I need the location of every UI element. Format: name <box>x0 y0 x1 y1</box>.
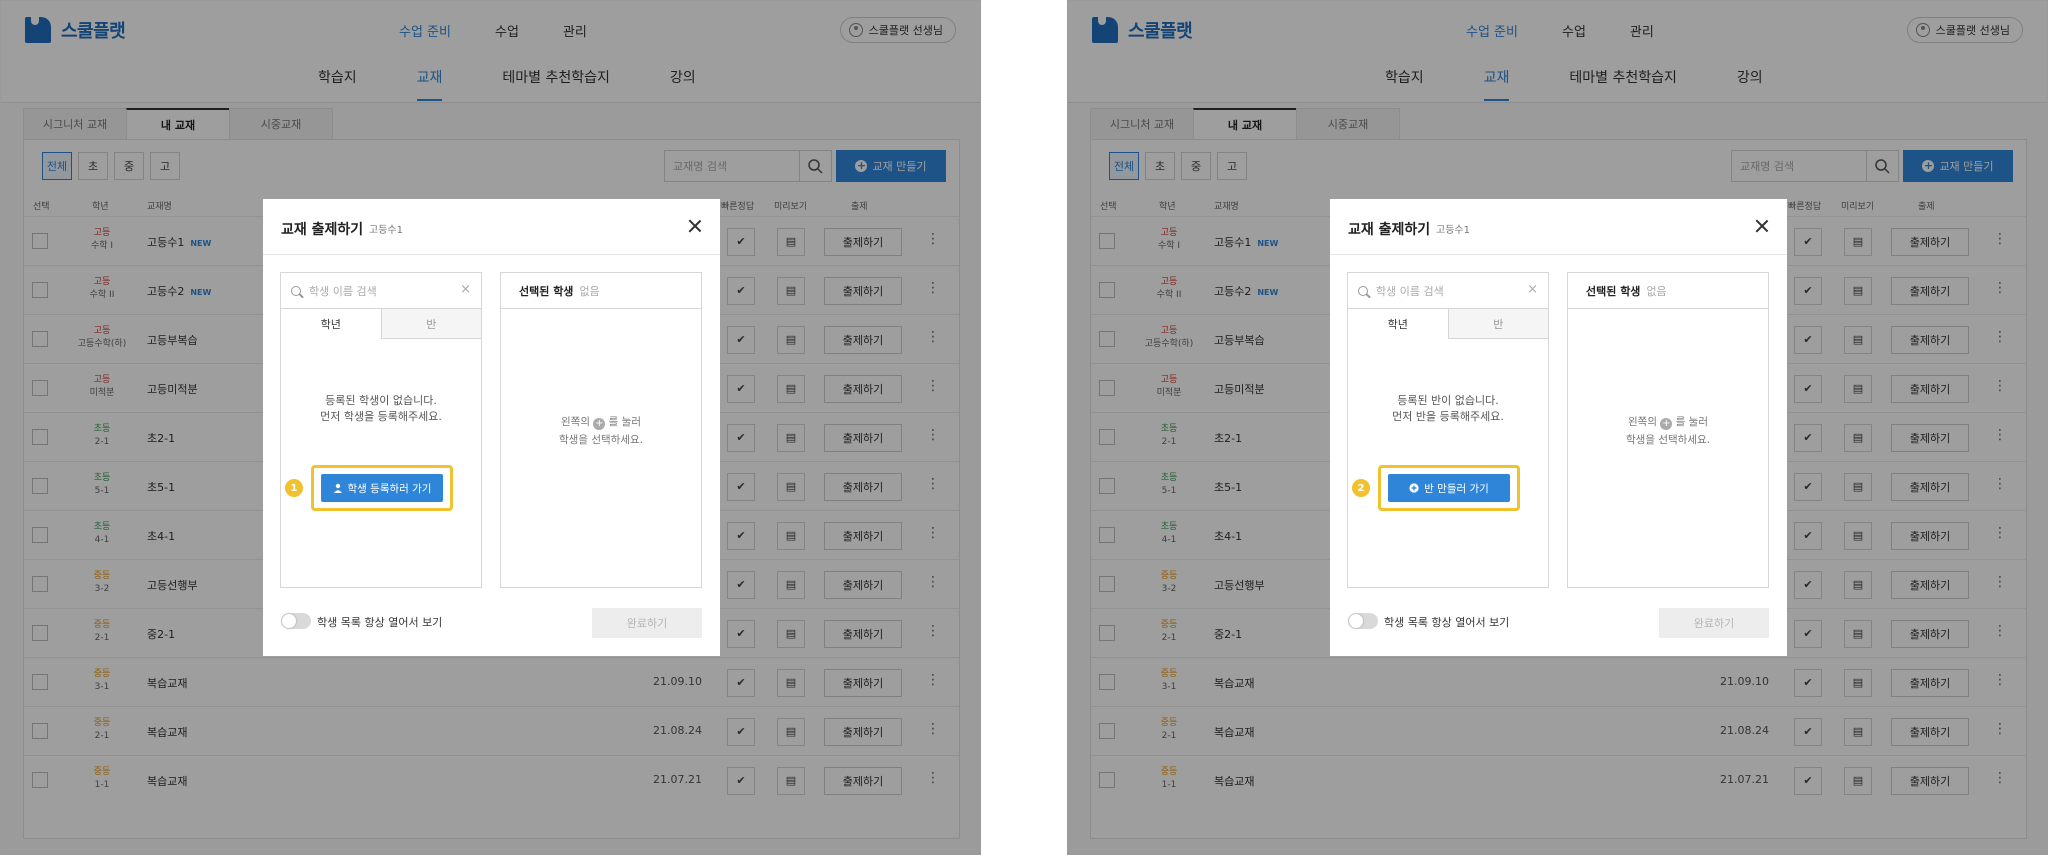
always-open-toggle[interactable] <box>1348 613 1378 629</box>
always-open-label: 학생 목록 항상 열어서 보기 <box>317 616 443 629</box>
hint-line-2: 학생을 선택하세요. <box>559 434 643 446</box>
selected-empty-message: 왼쪽의 + 를 눌러 학생을 선택하세요. <box>501 413 701 449</box>
selected-header: 선택된 학생 없음 <box>1568 273 1768 309</box>
step-marker: 1 <box>285 479 303 497</box>
hint-pre: 왼쪽의 <box>561 416 590 428</box>
selected-label: 선택된 학생 <box>1586 284 1641 298</box>
student-search-placeholder: 학생 이름 검색 <box>1376 284 1444 298</box>
hint-post: 를 눌러 <box>608 416 641 428</box>
screen-right: 스쿨플랫 수업 준비 수업 관리 스쿨플랫 선생님 학습지 교재 테마별 추천학… <box>1067 0 2048 855</box>
empty-line-2: 먼저 학생을 등록해주세요. <box>320 410 442 423</box>
selected-students: 선택된 학생 없음 왼쪽의 + 를 눌러 학생을 선택하세요. <box>500 272 702 588</box>
student-picker: 학생 이름 검색 × 학년 반 등록된 학생이 없습니다. 먼저 학생을 등록해… <box>280 272 482 588</box>
empty-line-1: 등록된 반이 없습니다. <box>1397 394 1499 407</box>
add-circle-icon: + <box>1660 418 1673 430</box>
done-button[interactable]: 완료하기 <box>592 608 702 638</box>
clear-icon[interactable]: × <box>460 282 471 297</box>
segment-grade[interactable]: 학년 <box>1348 309 1449 339</box>
highlight-box: 학생 등록하러 가기 <box>311 465 453 511</box>
close-icon[interactable] <box>1753 217 1771 235</box>
picker-segments: 학년 반 <box>281 309 481 339</box>
assign-modal: 교재 출제하기 고등수1 학생 이름 검색 × 학년 반 등록된 학생이 없습니… <box>263 199 720 656</box>
student-search-input[interactable]: 학생 이름 검색 × <box>1348 273 1548 309</box>
modal-subtitle: 고등수1 <box>369 225 403 236</box>
close-icon[interactable] <box>686 217 704 235</box>
empty-line-2: 먼저 반을 등록해주세요. <box>1392 410 1504 423</box>
modal-header: 교재 출제하기 고등수1 <box>1330 199 1787 255</box>
segment-grade[interactable]: 학년 <box>281 309 382 339</box>
hint-line-2: 학생을 선택하세요. <box>1626 434 1710 446</box>
empty-message: 등록된 학생이 없습니다. 먼저 학생을 등록해주세요. <box>281 393 481 425</box>
search-icon <box>1358 285 1368 296</box>
student-search-input[interactable]: 학생 이름 검색 × <box>281 273 481 309</box>
selected-header: 선택된 학생 없음 <box>501 273 701 309</box>
hint-pre: 왼쪽의 <box>1628 416 1657 428</box>
selected-students: 선택된 학생 없음 왼쪽의 + 를 눌러 학생을 선택하세요. <box>1567 272 1769 588</box>
hint-post: 를 눌러 <box>1675 416 1708 428</box>
segment-class[interactable]: 반 <box>381 309 481 339</box>
picker-segments: 학년 반 <box>1348 309 1548 339</box>
go-action-button[interactable]: 반 만들러 가기 <box>1388 474 1510 502</box>
modal-title: 교재 출제하기 <box>1348 222 1431 238</box>
selected-empty-message: 왼쪽의 + 를 눌러 학생을 선택하세요. <box>1568 413 1768 449</box>
modal-header: 교재 출제하기 고등수1 <box>263 199 720 255</box>
person-icon <box>333 483 342 493</box>
add-circle-icon: + <box>593 418 606 430</box>
always-open-label: 학생 목록 항상 열어서 보기 <box>1384 616 1510 629</box>
modal-title: 교재 출제하기 <box>281 222 364 238</box>
search-icon <box>291 285 301 296</box>
go-action-label: 학생 등록하러 가기 <box>347 482 432 495</box>
always-open-toggle[interactable] <box>281 613 311 629</box>
clear-icon[interactable]: × <box>1527 282 1538 297</box>
assign-modal: 교재 출제하기 고등수1 학생 이름 검색 × 학년 반 등록된 반이 없습니다… <box>1330 199 1787 656</box>
selected-label: 선택된 학생 <box>519 284 574 298</box>
done-button[interactable]: 완료하기 <box>1659 608 1769 638</box>
student-search-placeholder: 학생 이름 검색 <box>309 284 377 298</box>
segment-class[interactable]: 반 <box>1448 309 1548 339</box>
go-action-label: 반 만들러 가기 <box>1424 482 1489 495</box>
plus-circle-icon <box>1409 483 1419 493</box>
empty-message: 등록된 반이 없습니다. 먼저 반을 등록해주세요. <box>1348 393 1548 425</box>
highlight-box: 반 만들러 가기 <box>1378 465 1520 511</box>
screen-left: 스쿨플랫 수업 준비 수업 관리 스쿨플랫 선생님 학습지 교재 테마별 추천학… <box>0 0 981 855</box>
empty-line-1: 등록된 학생이 없습니다. <box>325 394 437 407</box>
selected-count: 없음 <box>579 284 600 298</box>
selected-count: 없음 <box>1646 284 1667 298</box>
step-marker: 2 <box>1352 479 1370 497</box>
go-action-button[interactable]: 학생 등록하러 가기 <box>321 474 443 502</box>
modal-subtitle: 고등수1 <box>1436 225 1470 236</box>
student-picker: 학생 이름 검색 × 학년 반 등록된 반이 없습니다. 먼저 반을 등록해주세… <box>1347 272 1549 588</box>
